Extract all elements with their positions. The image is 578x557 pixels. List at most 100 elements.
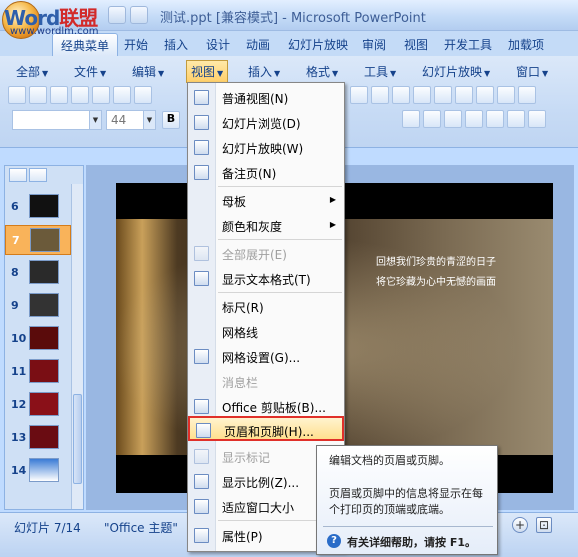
menu-all[interactable]: 全部 ▼ (16, 63, 48, 80)
slideshow-icon (194, 140, 209, 155)
menu-item-color-grayscale[interactable]: 颜色和灰度 ▶ (188, 213, 344, 238)
slide-thumbnail-image (29, 392, 59, 416)
fit-window-icon (194, 499, 209, 514)
fit-slide-icon[interactable]: ⊡ (536, 517, 552, 533)
font-color-icon[interactable] (528, 110, 546, 128)
tab-addins[interactable]: 加载项 (508, 36, 544, 53)
watermark-url: www.wordlm.com (10, 26, 99, 37)
menu-item-message-bar: 消息栏 (222, 376, 259, 390)
format-painter-icon[interactable] (371, 86, 389, 104)
slide-thumbnail-9[interactable]: 9 (5, 291, 71, 321)
quick-access-toolbar (108, 6, 148, 24)
tab-animation[interactable]: 动画 (246, 36, 270, 53)
header-footer-tooltip: 编辑文档的页眉或页脚。 页眉或页脚中的信息将显示在每个打印页的顶端或底端。 ? … (316, 445, 498, 555)
chart-icon[interactable] (434, 86, 452, 104)
tab-view[interactable]: 视图 (404, 36, 428, 53)
title-bar: Word联盟 www.wordlm.com 测试.ppt [兼容模式] - Mi… (0, 0, 578, 39)
menu-format[interactable]: 格式 ▼ (306, 63, 338, 80)
slide-thumbnail-14[interactable]: 14 (5, 456, 71, 486)
tab-developer[interactable]: 开发工具 (444, 36, 492, 53)
slide-thumbnail-image (29, 458, 59, 482)
menu-tools[interactable]: 工具 ▼ (364, 63, 396, 80)
text-format-icon (194, 271, 209, 286)
menu-item-header-footer[interactable]: 页眉和页脚(H)... (188, 416, 344, 441)
new-icon[interactable] (8, 86, 26, 104)
grid-icon (194, 349, 209, 364)
clipboard-icon (194, 399, 209, 414)
paste-icon[interactable] (350, 86, 368, 104)
tab-slideshow[interactable]: 幻灯片放映 (288, 36, 348, 53)
window-title: 测试.ppt [兼容模式] - Microsoft PowerPoint (160, 11, 426, 26)
redo-icon[interactable] (413, 86, 431, 104)
slide-thumbnail-12[interactable]: 12 (5, 390, 71, 420)
quick-access-customize-icon[interactable] (130, 6, 148, 24)
menu-file[interactable]: 文件 ▼ (74, 63, 106, 80)
slide-counter: 幻灯片 7/14 (14, 521, 81, 535)
menu-item-notes-page[interactable]: 备注页(N) (188, 160, 344, 185)
normal-view-icon (194, 90, 209, 105)
undo-icon[interactable] (392, 86, 410, 104)
tab-design[interactable]: 设计 (206, 36, 230, 53)
slide-thumbnail-8[interactable]: 8 (5, 258, 71, 288)
research-icon[interactable] (134, 86, 152, 104)
menu-item-slideshow[interactable]: 幻灯片放映(W) (188, 135, 344, 160)
slides-pane: 6 7 8 9 10 11 12 13 14 (4, 165, 84, 510)
decrease-indent-icon[interactable] (444, 110, 462, 128)
slide-thumbnail-11[interactable]: 11 (5, 357, 71, 387)
tab-home[interactable]: 开始 (124, 36, 148, 53)
slide-thumbnail-image (29, 260, 59, 284)
notes-page-icon (194, 165, 209, 180)
submenu-arrow-icon: ▶ (329, 220, 336, 229)
menu-item-slide-sorter[interactable]: 幻灯片浏览(D) (188, 110, 344, 135)
menu-item-gridlines[interactable]: 网格线 (188, 319, 344, 344)
menu-edit[interactable]: 编辑 ▼ (132, 63, 164, 80)
numbering-icon[interactable] (423, 110, 441, 128)
print-icon[interactable] (92, 86, 110, 104)
save-icon[interactable] (50, 86, 68, 104)
spelling-icon[interactable] (113, 86, 131, 104)
undo-quick-icon[interactable] (108, 6, 126, 24)
menu-item-show-text-format[interactable]: 显示文本格式(T) (188, 266, 344, 291)
slide-text-line-2[interactable]: 将它珍藏为心中无憾的画面 (376, 273, 496, 288)
columns-icon[interactable] (497, 86, 515, 104)
bullets-icon[interactable] (402, 110, 420, 128)
classic-menubar: 全部 ▼ 文件 ▼ 编辑 ▼ 视图 ▼ 插入 ▼ 格式 ▼ 工具 ▼ 幻灯片放映 ▼ 窗口 ▼ (8, 60, 574, 83)
decrease-font-icon[interactable] (507, 110, 525, 128)
markup-icon (194, 449, 209, 464)
menu-item-normal-view[interactable]: 普通视图(N) (188, 85, 344, 110)
menu-slideshow[interactable]: 幻灯片放映 ▼ (422, 63, 490, 80)
scrollbar-thumb[interactable] (73, 394, 82, 484)
menu-insert[interactable]: 插入 ▼ (248, 63, 280, 80)
tab-review[interactable]: 审阅 (362, 36, 386, 53)
slide-thumbnail-6[interactable]: 6 (5, 192, 71, 222)
table-icon[interactable] (455, 86, 473, 104)
tooltip-separator (323, 526, 493, 527)
formatting-toolbar-right (402, 110, 546, 132)
menu-item-master[interactable]: 母板 ▶ (188, 188, 344, 213)
theme-name: "Office 主题" (104, 521, 178, 535)
zoom-in-icon[interactable]: + (512, 517, 528, 533)
color-grayscale-icon[interactable] (518, 86, 536, 104)
tooltip-body: 页眉或页脚中的信息将显示在每个打印页的顶端或底端。 (329, 487, 483, 516)
increase-font-icon[interactable] (486, 110, 504, 128)
outline-tab[interactable] (29, 168, 47, 182)
slide-thumbnail-7[interactable]: 7 (5, 225, 71, 255)
menu-separator (218, 186, 342, 187)
font-size-select[interactable]: 44 ▼ (106, 110, 156, 130)
menu-item-ruler[interactable]: 标尺(R) (188, 294, 344, 319)
slide-text-line-1[interactable]: 回想我们珍贵的青涩的日子 (376, 253, 496, 268)
increase-indent-icon[interactable] (465, 110, 483, 128)
font-name-select[interactable]: ▼ (12, 110, 102, 130)
tab-insert[interactable]: 插入 (164, 36, 188, 53)
menu-view[interactable]: 视图 ▼ (186, 60, 229, 83)
slide-thumbnail-13[interactable]: 13 (5, 423, 71, 453)
slide-thumbnail-10[interactable]: 10 (5, 324, 71, 354)
menu-window[interactable]: 窗口 ▼ (516, 63, 548, 80)
bold-button[interactable]: B (162, 111, 180, 129)
insert-table-icon[interactable] (476, 86, 494, 104)
open-icon[interactable] (29, 86, 47, 104)
permission-icon[interactable] (71, 86, 89, 104)
slides-tab[interactable] (9, 168, 27, 182)
slides-pane-scrollbar[interactable] (71, 184, 83, 509)
menu-item-grid-settings[interactable]: 网格设置(G)... (188, 344, 344, 369)
